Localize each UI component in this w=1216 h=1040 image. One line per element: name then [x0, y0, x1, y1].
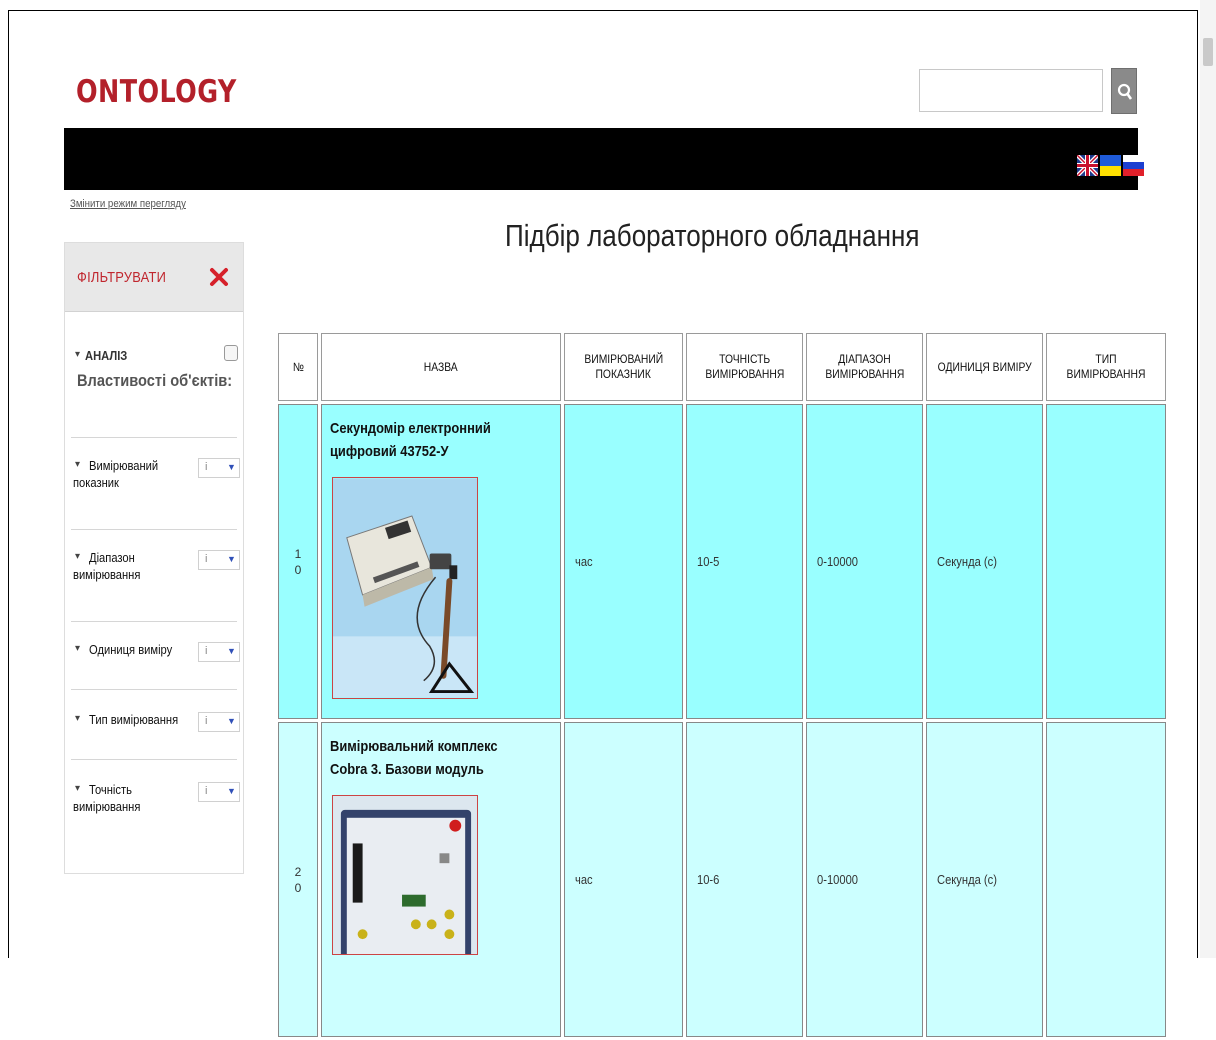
chevron-down-icon: ▾	[75, 551, 81, 562]
chevron-down-icon: ▾	[75, 459, 81, 470]
column-header-number[interactable]: №	[278, 333, 318, 401]
site-logo[interactable]: ONTOLOGY	[76, 74, 237, 110]
properties-title: Властивості об'єктів:	[77, 371, 233, 390]
type-cell	[1046, 404, 1166, 719]
stopwatch-device-image[interactable]	[332, 477, 478, 699]
dropdown-arrow-icon: ▼	[227, 554, 236, 564]
search-button[interactable]	[1111, 68, 1137, 114]
unit-cell: Секунда (с)	[926, 404, 1043, 719]
divider	[71, 689, 237, 690]
facet-range-line2: вимірювання	[73, 567, 141, 582]
item-name-cell[interactable]: Вимірювальний комплекс Cobra 3. Базови мо…	[321, 722, 561, 1037]
filter-label: ФІЛЬТРУВАТИ	[77, 269, 167, 286]
clear-filter-icon[interactable]	[209, 267, 229, 287]
filter-header[interactable]: ФІЛЬТРУВАТИ	[65, 243, 243, 312]
column-header-accuracy[interactable]: ТОЧНІСТЬ ВИМІРЮВАННЯ	[686, 333, 803, 401]
facet-select-indicator[interactable]: i ▼	[198, 458, 240, 478]
dropdown-arrow-icon: ▼	[227, 646, 236, 656]
row-number: 20	[278, 722, 318, 1037]
en-flag-icon[interactable]	[1077, 155, 1098, 176]
column-header-name[interactable]: НАЗВА	[321, 333, 561, 401]
search-input[interactable]	[919, 69, 1103, 112]
cobra-module-image[interactable]	[332, 795, 478, 955]
divider	[71, 529, 237, 530]
ua-flag-icon[interactable]	[1100, 155, 1121, 176]
equipment-table: № НАЗВА ВИМІРЮВАНИЙ ПОКАЗНИК ТОЧНІСТЬ ВИМІ…	[275, 330, 1169, 1040]
facet-select-type[interactable]: i ▼	[198, 712, 240, 732]
divider	[71, 621, 237, 622]
column-header-type[interactable]: ТИП ВИМІРЮВАННЯ	[1046, 333, 1166, 401]
divider	[71, 437, 237, 438]
scrollbar-thumb[interactable]	[1203, 38, 1213, 66]
facet-select-range[interactable]: i ▼	[198, 550, 240, 570]
chevron-down-icon: ▾	[75, 349, 81, 360]
facet-select-accuracy[interactable]: i ▼	[198, 782, 240, 802]
item-name-cell[interactable]: Секундомір електронний цифровий 43752-У	[321, 404, 561, 719]
unit-cell: Секунда (с)	[926, 722, 1043, 1037]
top-navigation-bar	[64, 128, 1144, 190]
facet-measured-indicator-line2: показник	[73, 475, 119, 490]
ru-flag-icon[interactable]	[1123, 155, 1144, 176]
measured-indicator-cell: час	[564, 404, 683, 719]
change-view-mode-link[interactable]: Змінити режим перегляду	[70, 198, 186, 210]
measured-indicator-cell: час	[564, 722, 683, 1037]
column-header-unit[interactable]: ОДИНИЦЯ ВИМІРУ	[926, 333, 1043, 401]
page-title: Підбір лабораторного обладнання	[505, 218, 920, 253]
search-icon	[1117, 83, 1133, 100]
table-header-row: № НАЗВА ВИМІРЮВАНИЙ ПОКАЗНИК ТОЧНІСТЬ ВИМІ…	[278, 333, 1166, 401]
item-name[interactable]: Секундомір електронний цифровий 43752-У	[330, 417, 528, 463]
dropdown-arrow-icon: ▼	[227, 462, 236, 472]
item-name[interactable]: Вимірювальний комплекс Cobra 3. Базови мо…	[330, 735, 528, 781]
row-number: 10	[278, 404, 318, 719]
filter-sidebar: ФІЛЬТРУВАТИ ▾ АНАЛІЗ Властивості об'єкті…	[64, 242, 244, 874]
chevron-down-icon: ▾	[75, 643, 81, 654]
column-header-range[interactable]: ДІАПАЗОН ВИМІРЮВАННЯ	[806, 333, 923, 401]
column-header-indicator[interactable]: ВИМІРЮВАНИЙ ПОКАЗНИК	[564, 333, 683, 401]
range-cell: 0-10000	[806, 404, 923, 719]
dropdown-arrow-icon: ▼	[227, 786, 236, 796]
dropdown-arrow-icon: ▼	[227, 716, 236, 726]
analysis-checkbox[interactable]	[224, 345, 238, 361]
facet-accuracy-line2: вимірювання	[73, 799, 141, 814]
table-row[interactable]: 10 Секундомір електронний цифровий 43752-…	[278, 404, 1166, 719]
chevron-down-icon: ▾	[75, 713, 81, 724]
range-cell: 0-10000	[806, 722, 923, 1037]
type-cell	[1046, 722, 1166, 1037]
divider	[71, 759, 237, 760]
accuracy-cell: 10-6	[686, 722, 803, 1037]
analysis-label[interactable]: АНАЛІЗ	[85, 348, 127, 363]
page-scrollbar[interactable]	[1200, 0, 1216, 958]
accuracy-cell: 10-5	[686, 404, 803, 719]
facet-select-unit[interactable]: i ▼	[198, 642, 240, 662]
table-row[interactable]: 20 Вимірювальний комплекс Cobra 3. Базови…	[278, 722, 1166, 1037]
chevron-down-icon: ▾	[75, 783, 81, 794]
